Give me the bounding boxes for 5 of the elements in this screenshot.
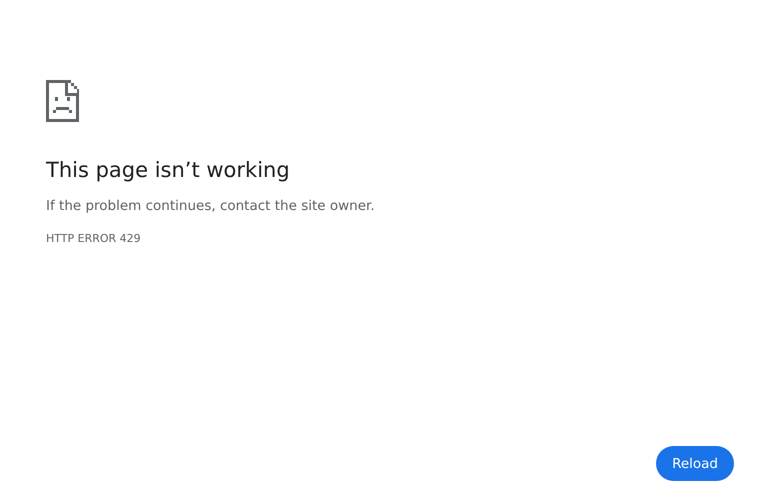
sad-page-icon: [46, 80, 79, 122]
error-code: HTTP ERROR 429: [46, 232, 141, 245]
error-message: If the problem continues, contact the site owner.: [46, 198, 375, 214]
error-title: This page isn’t working: [46, 158, 290, 182]
reload-button[interactable]: Reload: [656, 446, 734, 481]
